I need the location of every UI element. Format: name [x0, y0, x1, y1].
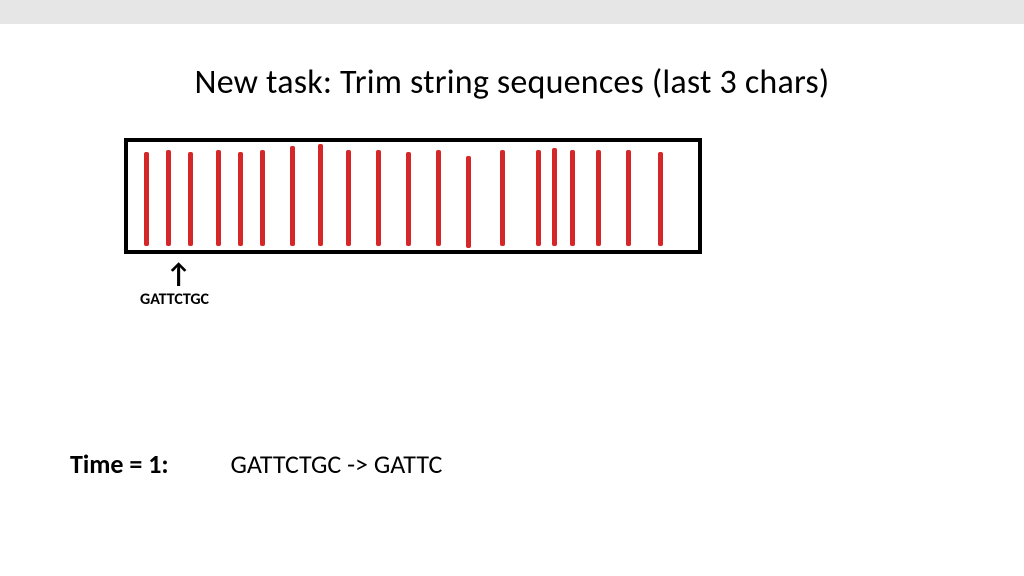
- sequence-bar: [406, 152, 411, 246]
- sequence-bar: [188, 152, 193, 246]
- sequence-bar: [238, 152, 243, 246]
- sequence-bar: [260, 150, 265, 246]
- sequence-bar: [436, 150, 441, 246]
- sequence-bar: [376, 150, 381, 246]
- slide-title: New task: Trim string sequences (last 3 …: [0, 62, 1024, 103]
- sequence-bar: [466, 156, 471, 248]
- sequence-bar: [346, 150, 351, 246]
- pointer-arrow-icon: ↑: [166, 256, 191, 291]
- sequence-bar: [536, 150, 541, 246]
- sequence-bar: [290, 146, 295, 246]
- window-topbar: [0, 0, 1024, 24]
- slide-canvas: New task: Trim string sequences (last 3 …: [0, 24, 1024, 576]
- sequence-bar: [500, 150, 505, 246]
- sequence-bar: [216, 150, 221, 246]
- sequence-array-box: [124, 138, 702, 254]
- sequence-bar: [318, 144, 323, 246]
- time-label: Time = 1:: [70, 448, 169, 480]
- sequence-bar: [596, 150, 601, 246]
- sequence-bar: [166, 150, 171, 246]
- time-row: Time = 1: GATTCTGC -> GATTC: [70, 448, 442, 480]
- sequence-label: GATTCTGC: [140, 290, 209, 309]
- sequence-bar: [144, 152, 149, 246]
- sequence-bar: [626, 150, 631, 246]
- sequence-bar: [658, 152, 663, 246]
- sequence-bar: [552, 148, 557, 246]
- sequence-bar: [570, 150, 575, 246]
- time-value: GATTCTGC -> GATTC: [230, 448, 442, 480]
